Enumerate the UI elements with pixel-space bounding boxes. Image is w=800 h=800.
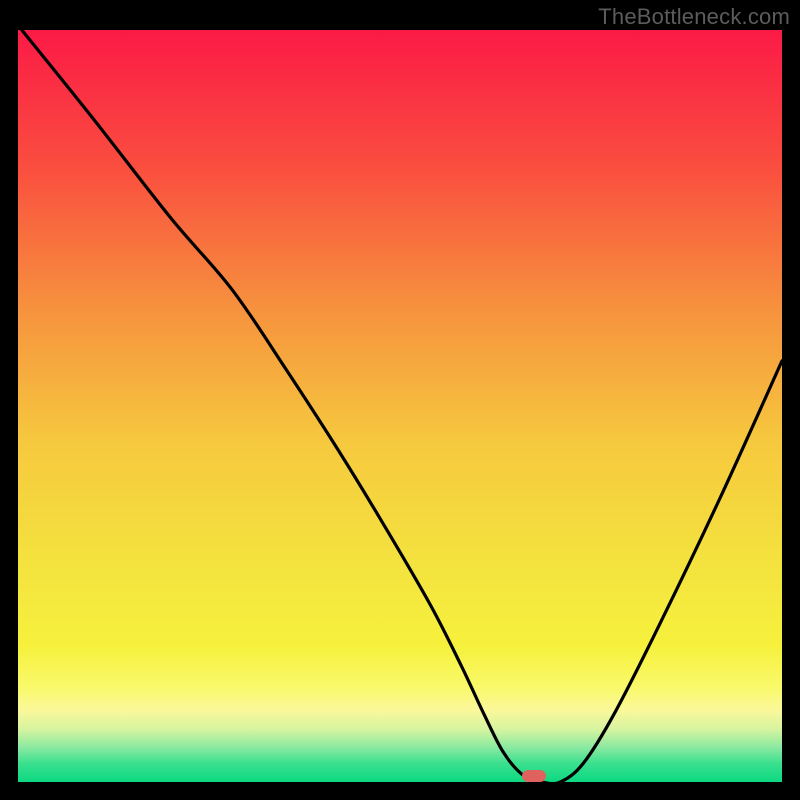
gradient-background (18, 30, 782, 782)
optimum-marker (522, 770, 546, 782)
plot-area (18, 30, 782, 782)
bottleneck-chart (18, 30, 782, 782)
watermark-text: TheBottleneck.com (598, 4, 790, 30)
figure-canvas: TheBottleneck.com (0, 0, 800, 800)
